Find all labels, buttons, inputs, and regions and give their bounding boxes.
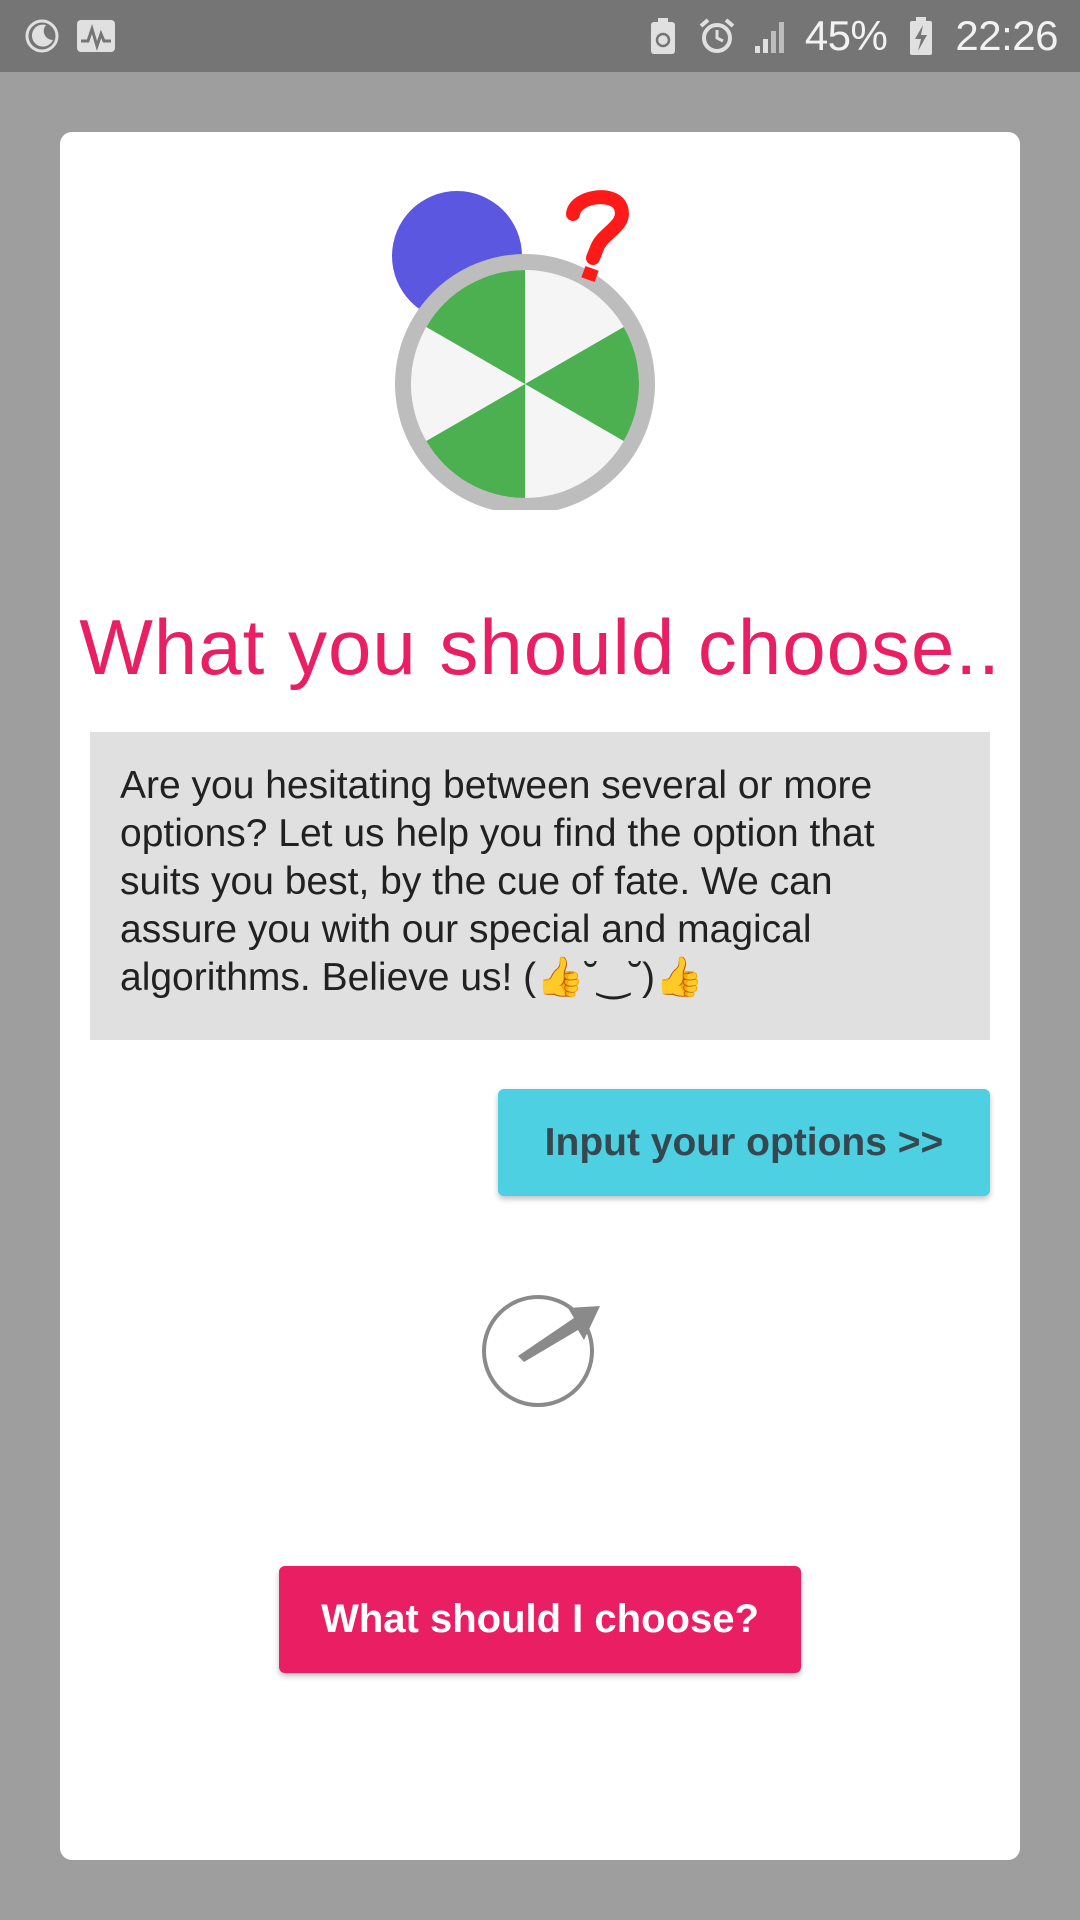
pulse-icon	[76, 16, 116, 56]
battery-saver-icon	[643, 16, 683, 56]
battery-charging-icon	[901, 16, 941, 56]
choose-button[interactable]: What should I choose?	[279, 1566, 801, 1673]
description-text: Are you hesitating between several or mo…	[120, 764, 875, 999]
input-options-button[interactable]: Input your options >>	[498, 1089, 990, 1196]
clock-time: 22:26	[955, 12, 1058, 59]
dialog-card: What you should choose.. Are you hesitat…	[60, 132, 1020, 1860]
description-box: Are you hesitating between several or mo…	[90, 732, 990, 1040]
spin-arrow-icon[interactable]	[478, 1288, 608, 1408]
wheel-question-logo	[390, 190, 710, 514]
signal-icon	[751, 16, 791, 56]
moon-icon	[22, 16, 62, 56]
status-left	[22, 16, 116, 56]
page-title: What you should choose..	[79, 603, 1001, 691]
battery-percentage: 45%	[804, 12, 888, 59]
alarm-icon	[697, 16, 737, 56]
status-right: 45% 22:26	[643, 12, 1058, 60]
status-bar: 45% 22:26	[0, 0, 1080, 72]
